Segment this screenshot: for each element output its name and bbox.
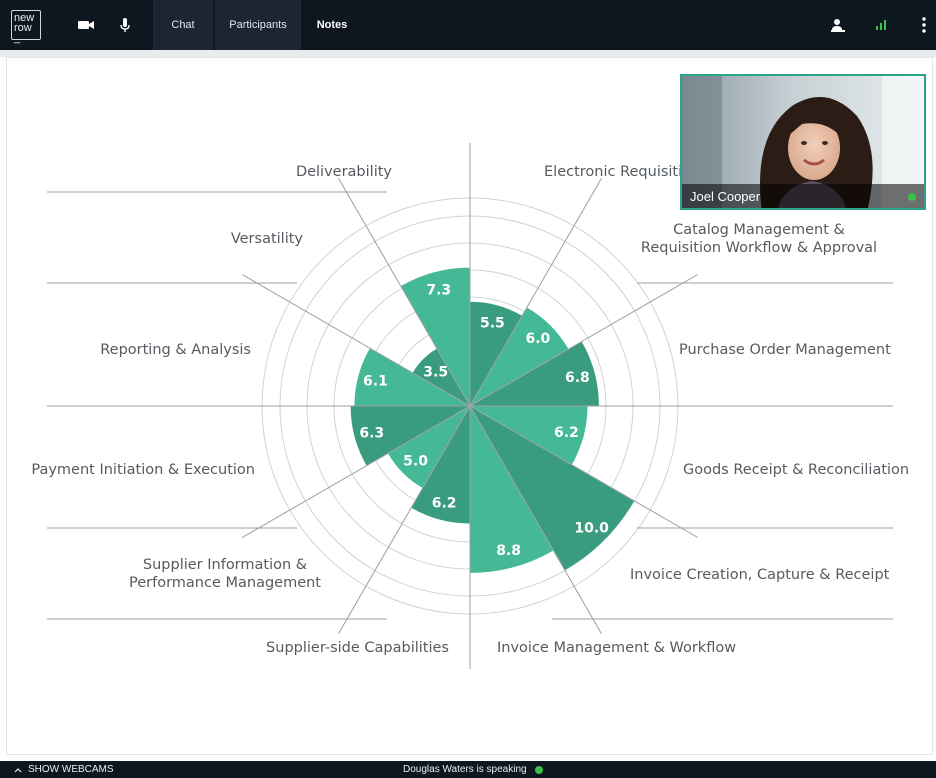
- logo-line-3: _: [14, 32, 21, 44]
- value-label: 6.2: [432, 495, 457, 511]
- raise-hand-button[interactable]: [825, 12, 851, 38]
- tab-notes[interactable]: Notes: [304, 0, 360, 50]
- chevron-up-icon: [14, 767, 22, 772]
- webcam-participant-name: Joel Cooper: [682, 184, 924, 208]
- speaking-indicator: [534, 765, 543, 774]
- category-label: Goods Receipt & Reconciliation: [683, 462, 909, 478]
- video-camera-icon: [78, 21, 94, 29]
- category-label: Purchase Order Management: [679, 342, 891, 358]
- category-label: Requisition Workflow & Approval: [641, 240, 877, 256]
- category-label: Reporting & Analysis: [100, 342, 251, 358]
- more-options-button[interactable]: [914, 12, 934, 38]
- signal-bars-icon: [876, 20, 886, 30]
- tab-chat-label: Chat: [171, 19, 195, 31]
- value-label: 6.8: [565, 370, 590, 386]
- category-label: Payment Initiation & Execution: [31, 462, 255, 478]
- category-label: Catalog Management &: [673, 222, 845, 238]
- category-label: Deliverability: [296, 164, 392, 180]
- webcam-live-indicator: [908, 193, 916, 201]
- show-webcams-button[interactable]: SHOW WEBCAMS: [14, 764, 114, 775]
- microphone-toggle-button[interactable]: [112, 12, 138, 38]
- value-label: 6.0: [525, 331, 550, 347]
- value-label: 3.5: [423, 365, 448, 381]
- tab-participants-label: Participants: [229, 19, 287, 31]
- toolbar-divider: [0, 50, 936, 57]
- value-label: 7.3: [426, 282, 451, 298]
- newrow-logo[interactable]: new row _: [11, 10, 41, 44]
- value-label: 5.5: [480, 315, 505, 331]
- show-webcams-label: SHOW WEBCAMS: [28, 764, 114, 775]
- kebab-menu-icon: [922, 17, 926, 33]
- category-label: Versatility: [231, 231, 304, 247]
- value-label: 6.1: [363, 374, 388, 390]
- active-speaker-status: Douglas Waters is speaking: [403, 764, 543, 775]
- value-label: 8.8: [496, 543, 521, 559]
- connection-quality-indicator[interactable]: [868, 12, 894, 38]
- category-label: Performance Management: [129, 575, 321, 591]
- tab-chat[interactable]: Chat: [153, 0, 213, 50]
- category-label: Supplier Information &: [143, 557, 307, 573]
- active-speaker-text: Douglas Waters is speaking: [403, 764, 527, 775]
- tab-participants[interactable]: Participants: [215, 0, 301, 50]
- top-toolbar: new row _ Chat Participants Notes: [0, 0, 936, 50]
- category-label: Invoice Management & Workflow: [497, 640, 736, 656]
- category-label: Invoice Creation, Capture & Receipt: [630, 567, 890, 583]
- value-label: 10.0: [574, 521, 609, 537]
- value-label: 6.2: [554, 425, 579, 441]
- tab-notes-label: Notes: [316, 19, 348, 31]
- value-label: 6.3: [359, 425, 384, 441]
- camera-toggle-button[interactable]: [73, 12, 99, 38]
- webcam-tile[interactable]: Joel Cooper: [680, 74, 926, 210]
- value-label: 5.0: [403, 453, 428, 469]
- bottom-status-bar: SHOW WEBCAMS Douglas Waters is speaking: [0, 761, 936, 778]
- participant-name-text: Joel Cooper: [690, 188, 761, 204]
- category-label: Supplier-side Capabilities: [266, 640, 449, 656]
- microphone-icon: [120, 18, 130, 32]
- user-seat-icon: [831, 19, 845, 32]
